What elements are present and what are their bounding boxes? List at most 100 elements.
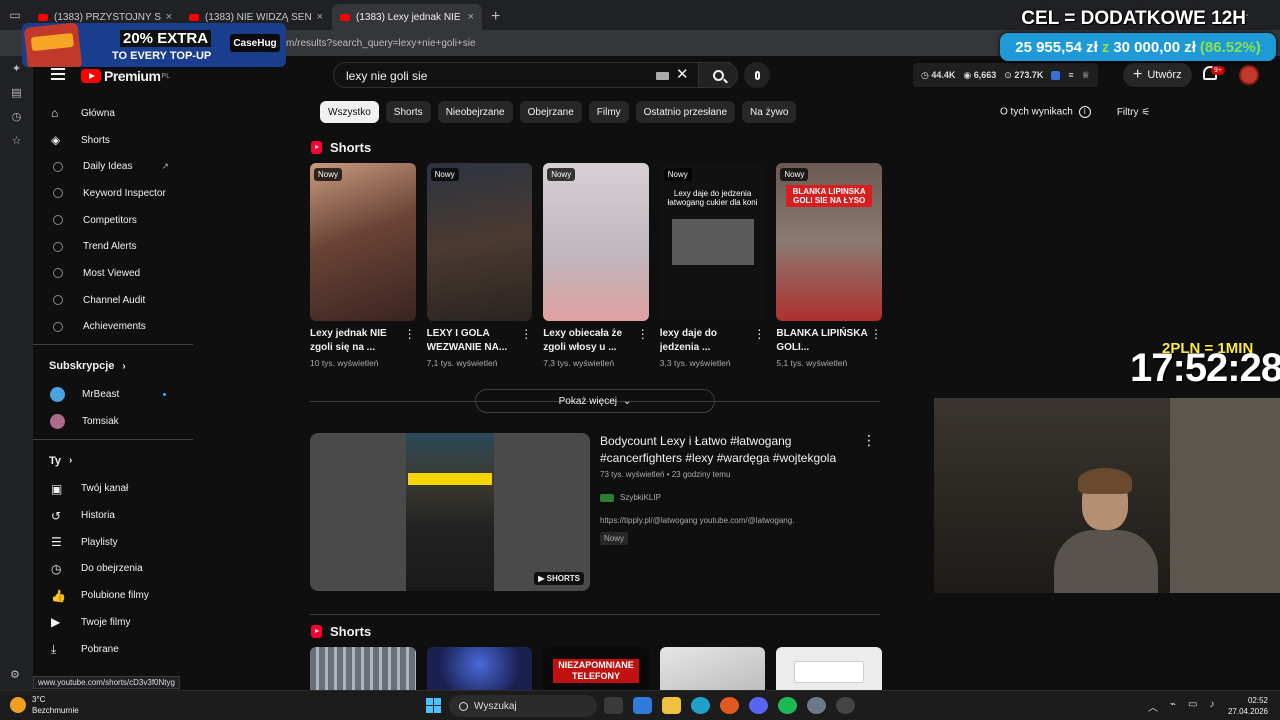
more-options-icon[interactable]: ⋮ xyxy=(520,327,532,355)
avatar[interactable] xyxy=(1239,65,1259,85)
sidebar-item-competitors[interactable]: Competitors xyxy=(33,207,193,234)
video-title[interactable]: Bodycount Lexy i Łatwo #łatwogang #cance… xyxy=(600,433,870,467)
short-card[interactable]: Nowy Lexy jednak NIE zgoli się na ... ⋮ 1… xyxy=(310,163,416,368)
menu-icon[interactable] xyxy=(51,68,65,83)
more-options-icon[interactable]: ⋮ xyxy=(862,432,876,449)
short-title[interactable]: BLANKA LIPIŃSKA GOLI... xyxy=(776,327,870,355)
edge-icon[interactable] xyxy=(691,697,710,714)
stat-2: ◉ 6,663 xyxy=(963,69,997,80)
you-header[interactable]: Ty › xyxy=(33,446,193,476)
chip-watched[interactable]: Obejrzane xyxy=(519,101,582,123)
sidebar-item-channel-audit[interactable]: Channel Audit xyxy=(33,287,193,314)
start-button-icon[interactable] xyxy=(426,698,441,713)
discord-icon[interactable] xyxy=(749,697,768,714)
history-rail-icon[interactable]: ◷ xyxy=(0,104,33,128)
subscriptions-header[interactable]: Subskrypcje › xyxy=(33,351,193,381)
extension-icon[interactable] xyxy=(1051,70,1061,80)
chip-recent[interactable]: Ostatnio przesłane xyxy=(635,101,736,123)
more-options-icon[interactable]: ⋮ xyxy=(637,327,649,355)
extension-stats[interactable]: ◷ 44.4K ◉ 6,663 ⊙ 273.7K ≡ ♕ xyxy=(913,63,1098,87)
browser-tab-active[interactable]: (1383) Lexy jednak NIE zgoli się... × xyxy=(332,4,482,30)
reading-list-icon[interactable]: ▤ xyxy=(0,80,33,104)
store-icon[interactable] xyxy=(633,697,652,714)
task-view-icon[interactable] xyxy=(604,697,623,714)
chip-shorts[interactable]: Shorts xyxy=(385,101,431,123)
keyboard-icon[interactable] xyxy=(656,72,669,80)
settings-app-icon[interactable] xyxy=(807,697,826,714)
settings-icon[interactable]: ⚙ xyxy=(10,668,20,681)
short-thumbnail[interactable]: Nowy xyxy=(310,163,416,321)
search-input[interactable]: lexy nie goli sie ✕ xyxy=(333,62,731,88)
sidebar-item-home[interactable]: ⌂ Główna xyxy=(33,100,193,127)
chip-live[interactable]: Na żywo xyxy=(742,101,797,123)
filters-button[interactable]: Filtry ⚟ xyxy=(1117,107,1150,118)
sidebar-item-achievements[interactable]: Achievements xyxy=(33,314,193,341)
favorites-icon[interactable]: ☆ xyxy=(0,128,33,152)
sidebar-item-playlists[interactable]: ☰ Playlisty xyxy=(33,529,193,556)
chip-videos[interactable]: Filmy xyxy=(588,101,629,123)
create-button[interactable]: + Utwórz xyxy=(1123,63,1192,87)
tab-close-icon[interactable]: × xyxy=(317,11,323,23)
tab-close-icon[interactable]: × xyxy=(468,11,474,23)
search-button[interactable] xyxy=(698,62,738,88)
spotify-icon[interactable] xyxy=(778,697,797,714)
short-thumbnail[interactable] xyxy=(426,647,533,690)
short-title[interactable]: Lexy jednak NIE zgoli się na ... xyxy=(310,327,404,355)
more-options-icon[interactable]: ⋮ xyxy=(870,327,882,355)
chip-all[interactable]: Wszystko xyxy=(320,101,379,123)
bars-icon[interactable]: ≡ xyxy=(1068,70,1073,80)
sidebar-item-downloads[interactable]: ⤓ Pobrane xyxy=(33,636,193,663)
sidebar-item-liked[interactable]: 👍 Polubione filmy xyxy=(33,582,193,609)
short-title[interactable]: lexy daje do jedzenia ... xyxy=(660,327,754,355)
tab-close-icon[interactable]: × xyxy=(166,11,172,23)
short-thumbnail[interactable]: Nowy xyxy=(426,163,533,321)
clock[interactable]: 02:52 27.04.2026 xyxy=(1226,695,1268,717)
short-thumbnail[interactable]: Nowy xyxy=(543,163,649,321)
youtube-logo[interactable]: Premium PL xyxy=(81,68,170,84)
voice-search-button[interactable] xyxy=(744,62,770,88)
short-card[interactable]: Nowy BLANKA LIPINSKA GOLI SIE NA ŁYSO BL… xyxy=(776,163,882,368)
sidebar-item-history[interactable]: ↺ Historia xyxy=(33,502,193,529)
channel-row[interactable]: SzybkiKLIP xyxy=(600,493,870,502)
taskbar-search[interactable]: Wyszukaj xyxy=(449,695,597,717)
short-thumbnail[interactable] xyxy=(659,647,766,690)
sidebar-item-keyword-inspector[interactable]: Keyword Inspector xyxy=(33,180,193,207)
video-thumbnail[interactable]: ▶ SHORTS xyxy=(310,433,590,591)
short-title[interactable]: LEXY I GOLA WEZWANIE NA... xyxy=(427,327,521,355)
show-more-button[interactable]: Pokaż więcej ⌄ xyxy=(475,389,715,413)
firefox-icon[interactable] xyxy=(720,697,739,714)
more-options-icon[interactable]: ⋮ xyxy=(753,327,765,355)
trophy-icon[interactable]: ♕ xyxy=(1082,70,1090,81)
sidebar-item-mrbeast[interactable]: MrBeast xyxy=(33,381,193,408)
weather-widget[interactable]: 3°C Bezchmurnie xyxy=(10,694,79,716)
sidebar-item-most-viewed[interactable]: Most Viewed xyxy=(33,260,193,287)
sidebar-item-tomsiak[interactable]: Tomsiak xyxy=(33,408,193,435)
display-icon[interactable]: ▭ xyxy=(1188,699,1197,714)
obs-icon[interactable] xyxy=(836,697,855,714)
short-card[interactable]: Nowy LEXY I GOLA WEZWANIE NA... ⋮ 7,1 tys… xyxy=(426,163,533,368)
short-card[interactable]: Nowy Lexy obiecała że zgoli włosy u ... ⋮… xyxy=(543,163,649,368)
short-title[interactable]: Lexy obiecała że zgoli włosy u ... xyxy=(543,327,637,355)
short-thumbnail[interactable] xyxy=(776,647,882,690)
about-results-button[interactable]: O tych wynikach i xyxy=(1000,106,1091,118)
volume-icon[interactable]: ♪ xyxy=(1209,699,1214,714)
sidebar-item-shorts[interactable]: ◈ Shorts xyxy=(33,127,193,154)
network-icon[interactable]: ⌁ xyxy=(1170,699,1176,714)
sidebar-item-your-channel[interactable]: ▣ Twój kanał xyxy=(33,476,193,503)
chevron-up-icon[interactable]: ︿ xyxy=(1148,699,1158,714)
short-thumbnail[interactable] xyxy=(310,647,416,690)
short-thumbnail[interactable]: Nowy BLANKA LIPINSKA GOLI SIE NA ŁYSO xyxy=(776,163,882,321)
sidebar-item-your-videos[interactable]: ▶ Twoje filmy xyxy=(33,609,193,636)
clear-search-icon[interactable]: ✕ xyxy=(676,65,689,83)
sidebar-item-watch-later[interactable]: ◷ Do obejrzenia xyxy=(33,556,193,583)
new-tab-icon[interactable]: + xyxy=(491,8,500,30)
short-card[interactable]: Nowy Lexy daje do jedzenia łatwogang cuk… xyxy=(659,163,766,368)
short-thumbnail[interactable]: NIEZAPOMNIANE TELEFONY xyxy=(543,647,649,690)
address-url[interactable]: m/results?search_query=lexy+nie+goli+sie xyxy=(286,38,476,49)
more-options-icon[interactable]: ⋮ xyxy=(404,327,416,355)
sidebar-item-daily-ideas[interactable]: Daily Ideas ↗ xyxy=(33,153,193,180)
short-thumbnail[interactable]: Nowy Lexy daje do jedzenia łatwogang cuk… xyxy=(659,163,766,321)
sidebar-item-trend-alerts[interactable]: Trend Alerts xyxy=(33,233,193,260)
chip-unwatched[interactable]: Nieobejrzane xyxy=(437,101,513,123)
file-explorer-icon[interactable] xyxy=(662,697,681,714)
